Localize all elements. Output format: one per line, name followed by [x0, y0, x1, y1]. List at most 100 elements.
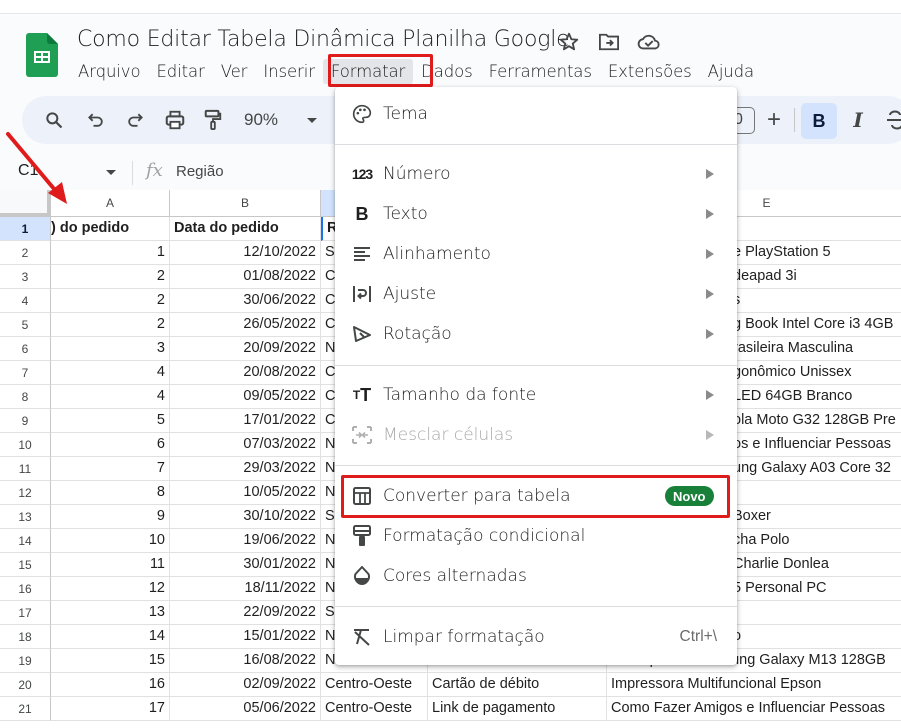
row-header[interactable]: 17 [0, 601, 51, 625]
cell-b16[interactable]: 18/11/2022 [170, 577, 321, 601]
row-header[interactable]: 12 [0, 481, 51, 505]
row-header[interactable]: 16 [0, 577, 51, 601]
cell-a10[interactable]: 6 [51, 433, 170, 457]
name-box[interactable]: C1 [18, 162, 38, 180]
cell-b21[interactable]: 05/06/2022 [170, 697, 321, 721]
format-menu-item-texto[interactable]: B Texto [335, 196, 737, 232]
cell-a16[interactable]: 12 [51, 577, 170, 601]
search-menus-icon[interactable] [42, 108, 66, 132]
format-menu-item-formatacao-condicional[interactable]: Formatação condicional [335, 518, 737, 554]
cell-a1[interactable]: ) do pedido [51, 217, 170, 241]
cell-b19[interactable]: 16/08/2022 [170, 649, 321, 673]
cell-d20[interactable]: Cartão de débito [428, 673, 607, 697]
cell-b1[interactable]: Data do pedido [170, 217, 321, 241]
format-menu-item-tema[interactable]: Tema [335, 96, 737, 132]
cell-b18[interactable]: 15/01/2022 [170, 625, 321, 649]
cell-a13[interactable]: 9 [51, 505, 170, 529]
cell-b11[interactable]: 29/03/2022 [170, 457, 321, 481]
cell-a7[interactable]: 4 [51, 361, 170, 385]
cell-b2[interactable]: 12/10/2022 [170, 241, 321, 265]
menu-formatar[interactable]: Formatar [322, 58, 414, 84]
cell-e18[interactable]: o [733, 625, 901, 649]
formula-input[interactable]: Região [176, 163, 224, 180]
star-icon[interactable] [556, 30, 582, 54]
row-header[interactable]: 6 [0, 337, 51, 361]
zoom-select[interactable]: 90% [244, 110, 278, 130]
bold-button[interactable]: B [801, 103, 837, 139]
cell-e16[interactable]: 5 Personal PC [733, 577, 901, 601]
select-all-corner[interactable] [0, 190, 51, 217]
row-header[interactable]: 9 [0, 409, 51, 433]
row-header[interactable]: 3 [0, 265, 51, 289]
cell-a6[interactable]: 3 [51, 337, 170, 361]
cell-e14[interactable]: cha Polo [733, 529, 901, 553]
cell-a14[interactable]: 10 [51, 529, 170, 553]
column-header-a[interactable]: A [51, 190, 170, 217]
cell-d21[interactable]: Link de pagamento [428, 697, 607, 721]
cell-c20[interactable]: Centro-Oeste [321, 673, 428, 697]
cell-e17[interactable] [733, 601, 901, 625]
row-header[interactable]: 10 [0, 433, 51, 457]
cell-e4[interactable]: s [733, 289, 901, 313]
format-menu-item-rotacao[interactable]: Rotação [335, 316, 737, 352]
cell-a12[interactable]: 8 [51, 481, 170, 505]
format-menu-item-limpar-formatacao[interactable]: Limpar formatação Ctrl+\ [335, 619, 737, 655]
cell-e15[interactable]: Charlie Donlea [733, 553, 901, 577]
increase-font-size-button[interactable]: + [762, 106, 786, 133]
undo-icon[interactable] [84, 108, 108, 132]
print-icon[interactable] [163, 108, 187, 132]
row-header[interactable]: 14 [0, 529, 51, 553]
cell-e21[interactable]: Como Fazer Amigos e Influenciar Pessoas [607, 697, 901, 721]
cell-e12[interactable] [733, 481, 901, 505]
strikethrough-icon[interactable] [884, 108, 901, 132]
cell-a20[interactable]: 16 [51, 673, 170, 697]
row-header[interactable]: 7 [0, 361, 51, 385]
cell-a4[interactable]: 2 [51, 289, 170, 313]
row-header[interactable]: 13 [0, 505, 51, 529]
row-header[interactable]: 8 [0, 385, 51, 409]
cell-a8[interactable]: 4 [51, 385, 170, 409]
cell-a21[interactable]: 17 [51, 697, 170, 721]
redo-icon[interactable] [123, 108, 147, 132]
row-header[interactable]: 15 [0, 553, 51, 577]
cell-a5[interactable]: 2 [51, 313, 170, 337]
cell-b10[interactable]: 07/03/2022 [170, 433, 321, 457]
row-header[interactable]: 20 [0, 673, 51, 697]
menu-extensoes[interactable]: Extensões [600, 59, 700, 84]
row-header[interactable]: 4 [0, 289, 51, 313]
row-header[interactable]: 18 [0, 625, 51, 649]
format-menu-item-alinhamento[interactable]: Alinhamento [335, 236, 737, 272]
cell-b5[interactable]: 26/05/2022 [170, 313, 321, 337]
cell-e2[interactable]: e PlayStation 5 [733, 241, 901, 265]
cell-b17[interactable]: 22/09/2022 [170, 601, 321, 625]
cell-a18[interactable]: 14 [51, 625, 170, 649]
format-menu-item-numero[interactable]: 123 Número [335, 156, 737, 192]
cell-e3[interactable]: deapad 3i [733, 265, 901, 289]
paint-format-icon[interactable] [201, 108, 225, 132]
row-header[interactable]: 5 [0, 313, 51, 337]
cell-a9[interactable]: 5 [51, 409, 170, 433]
cell-b13[interactable]: 30/10/2022 [170, 505, 321, 529]
row-header[interactable]: 11 [0, 457, 51, 481]
cell-a2[interactable]: 1 [51, 241, 170, 265]
cloud-saved-icon[interactable] [636, 30, 662, 54]
cell-b12[interactable]: 10/05/2022 [170, 481, 321, 505]
cell-e20[interactable]: Impressora Multifuncional Epson [607, 673, 901, 697]
cell-a17[interactable]: 13 [51, 601, 170, 625]
cell-e7[interactable]: gonômico Unissex [733, 361, 901, 385]
move-to-folder-icon[interactable] [596, 30, 622, 54]
document-title[interactable]: Como Editar Tabela Dinâmica Planilha Goo… [77, 27, 570, 52]
italic-button[interactable]: I [846, 108, 870, 132]
menu-editar[interactable]: Editar [148, 59, 212, 84]
menu-arquivo[interactable]: Arquivo [70, 59, 148, 84]
cell-b14[interactable]: 19/06/2022 [170, 529, 321, 553]
cell-b9[interactable]: 17/01/2022 [170, 409, 321, 433]
cell-e5[interactable]: g Book Intel Core i3 4GB [733, 313, 901, 337]
row-header[interactable]: 21 [0, 697, 51, 721]
cell-a15[interactable]: 11 [51, 553, 170, 577]
menu-ferramentas[interactable]: Ferramentas [481, 59, 600, 84]
cell-b20[interactable]: 02/09/2022 [170, 673, 321, 697]
cell-e9[interactable]: ola Moto G32 128GB Pre [733, 409, 901, 433]
cell-b8[interactable]: 09/05/2022 [170, 385, 321, 409]
cell-b15[interactable]: 30/01/2022 [170, 553, 321, 577]
